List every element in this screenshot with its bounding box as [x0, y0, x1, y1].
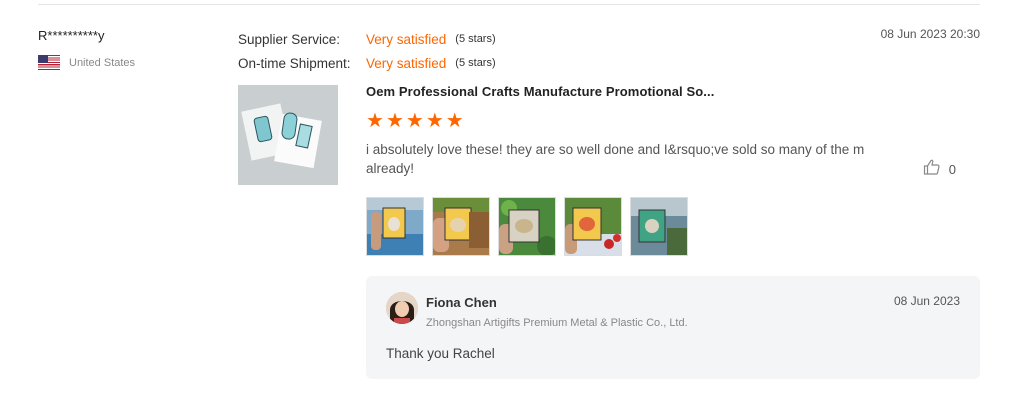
- star-icon: ★: [385, 110, 404, 132]
- avatar: [386, 292, 418, 324]
- star-icon: ★: [445, 110, 464, 132]
- star-icon: ★: [366, 110, 384, 132]
- reply-text: Thank you Rachel: [386, 346, 495, 361]
- rating-stars-text: (5 stars): [455, 57, 496, 69]
- rating-row-supplier-service: Supplier Service: Very satisfied (5 star…: [238, 27, 496, 51]
- review-photo[interactable]: [564, 197, 622, 256]
- like-button[interactable]: 0: [923, 158, 956, 181]
- review-date: 08 Jun 2023 20:30: [880, 27, 980, 41]
- review-photo[interactable]: [498, 197, 556, 256]
- like-count: 0: [948, 162, 956, 177]
- reply-company: Zhongshan Artigifts Premium Metal & Plas…: [426, 317, 688, 329]
- star-icon: ★: [425, 110, 444, 132]
- buyer-name: R**********y: [38, 28, 105, 43]
- buyer-country: United States: [38, 55, 135, 70]
- review-photo[interactable]: [366, 197, 424, 256]
- us-flag-icon: [38, 55, 60, 70]
- country-name: United States: [69, 56, 136, 69]
- thumbs-up-icon: [923, 158, 941, 181]
- review-photos: [366, 197, 688, 256]
- reply-date: 08 Jun 2023: [893, 294, 960, 308]
- top-divider: [38, 4, 980, 5]
- rating-value: Very satisfied: [366, 55, 447, 71]
- star-icon: ★: [405, 110, 424, 132]
- review-photo[interactable]: [630, 197, 688, 256]
- product-thumbnail[interactable]: [238, 85, 338, 185]
- supplier-ratings: Supplier Service: Very satisfied (5 star…: [238, 27, 496, 75]
- rating-label: On-time Shipment:: [238, 55, 351, 71]
- rating-label: Supplier Service:: [238, 31, 341, 47]
- rating-value: Very satisfied: [366, 31, 447, 47]
- review-photo[interactable]: [432, 197, 490, 256]
- rating-row-ontime-shipment: On-time Shipment: Very satisfied (5 star…: [238, 51, 496, 75]
- review-text: i absolutely love these! they are so wel…: [366, 142, 865, 176]
- reply-author-name: Fiona Chen: [426, 295, 497, 310]
- product-title-link[interactable]: Oem Professional Crafts Manufacture Prom…: [366, 84, 714, 99]
- supplier-reply: Fiona Chen Zhongshan Artigifts Premium M…: [366, 276, 980, 379]
- rating-stars-text: (5 stars): [455, 33, 496, 45]
- product-star-rating: ★ ★ ★ ★ ★: [366, 111, 464, 131]
